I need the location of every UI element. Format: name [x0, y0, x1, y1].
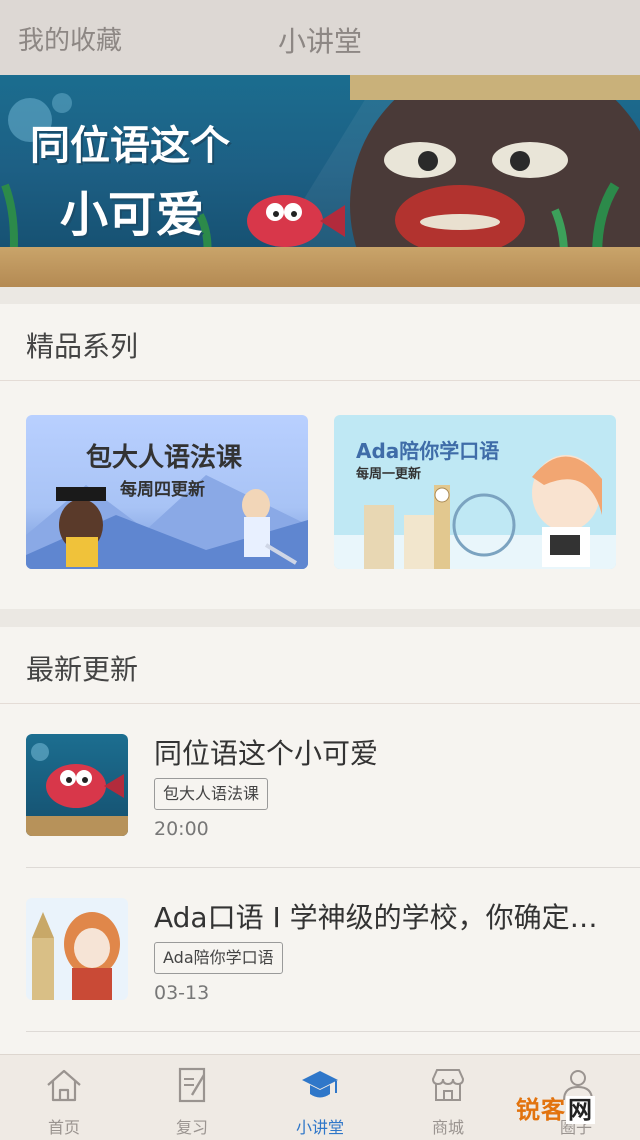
list-item[interactable]: Ada口语 I 学神级的学校，你确定… Ada陪你学口语 03-13: [0, 868, 640, 1032]
ada-thumbnail-art: [32, 912, 120, 1000]
series-section-header: 精品系列: [0, 304, 640, 381]
series-card-oral[interactable]: Ada陪你学口语 每周一更新: [334, 415, 616, 569]
tab-lecture[interactable]: 小讲堂: [256, 1055, 384, 1140]
item-thumbnail: [26, 898, 128, 1000]
shop-icon: [431, 1069, 465, 1101]
oral-card-title: Ada陪你学口语: [356, 439, 500, 463]
series-card-grammar[interactable]: 包大人语法课 每周四更新: [26, 415, 308, 569]
latest-list: 同位语这个小可爱 包大人语法课 20:00 Ada口语 I 学神级的学校，你确定…: [0, 704, 640, 1054]
graduation-cap-icon: [302, 1071, 338, 1098]
item-title: Ada口语 I 学神级的学校，你确定…: [154, 901, 598, 934]
item-series-tag: Ada陪你学口语: [154, 942, 283, 974]
tab-shop-label: 商城: [431, 1118, 464, 1137]
hero-banner[interactable]: 同位语这个 小可爱: [0, 75, 640, 287]
latest-section-title: 最新更新: [26, 653, 139, 686]
series-cards: 包大人语法课 每周四更新 Ada陪你学口语 每周一更新: [0, 381, 640, 609]
series-section-title: 精品系列: [26, 330, 139, 363]
banner-title-line1: 同位语这个: [30, 123, 230, 169]
item-time: 03-13: [154, 982, 210, 1004]
tab-review-label: 复习: [175, 1118, 208, 1137]
fish-thumbnail-art: [26, 743, 128, 836]
banner-title-line2: 小可爱: [60, 187, 205, 243]
latest-section-header: 最新更新: [0, 627, 640, 704]
banner-sand: [0, 247, 640, 287]
notebook-icon: [178, 1067, 206, 1103]
oral-card-subtitle: 每周一更新: [356, 467, 422, 482]
tab-home-label: 首页: [47, 1118, 80, 1137]
top-bar: 我的收藏 小讲堂: [0, 0, 640, 75]
watermark-text: 锐客: [516, 1096, 566, 1124]
tab-home[interactable]: 首页: [0, 1055, 128, 1140]
section-gap: [0, 287, 640, 304]
site-watermark: 锐客网: [516, 1090, 595, 1125]
watermark-text2: 网: [566, 1096, 595, 1124]
item-thumbnail: [26, 734, 128, 836]
tab-lecture-label: 小讲堂: [295, 1118, 344, 1137]
item-divider: [26, 1031, 640, 1032]
item-time: 20:00: [154, 818, 209, 840]
section-gap: [0, 609, 640, 627]
home-icon: [47, 1069, 81, 1102]
item-title: 同位语这个小可爱: [154, 737, 379, 770]
page-title: 小讲堂: [277, 25, 362, 58]
item-series-tag: 包大人语法课: [154, 778, 269, 810]
tab-review[interactable]: 复习: [128, 1055, 256, 1140]
grammar-card-subtitle: 每周四更新: [120, 480, 205, 500]
tab-shop[interactable]: 商城: [384, 1055, 512, 1140]
list-item[interactable]: 同位语这个小可爱 包大人语法课 20:00: [0, 704, 640, 868]
grammar-card-title: 包大人语法课: [86, 443, 243, 473]
